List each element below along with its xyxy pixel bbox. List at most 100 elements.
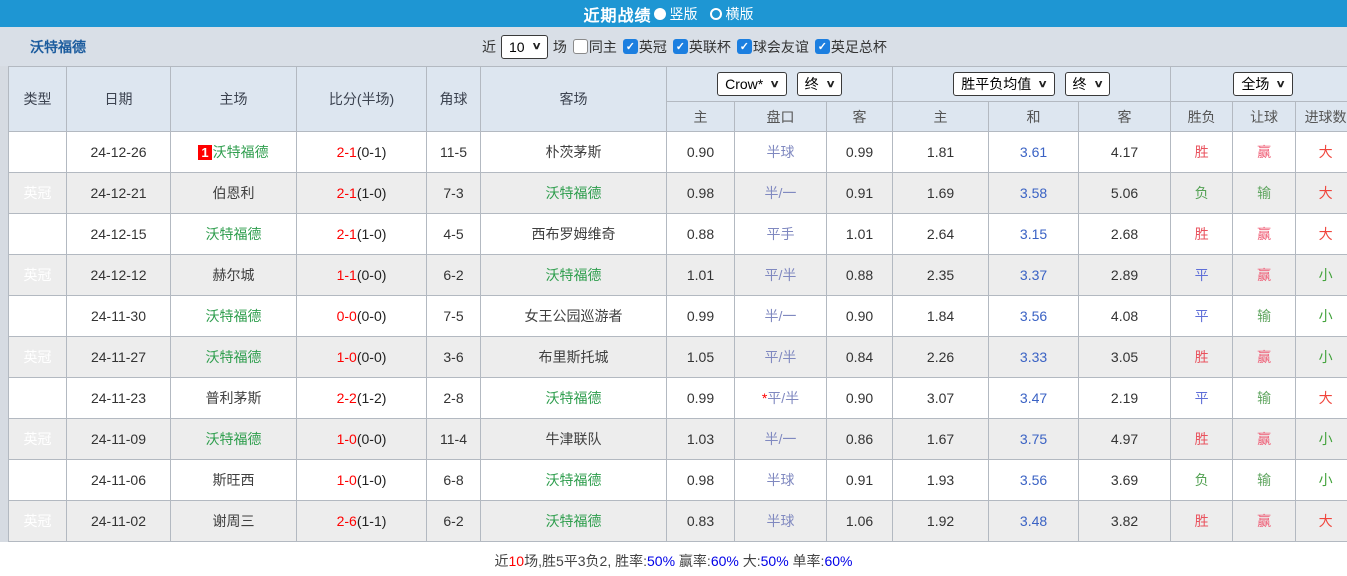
recent-count-select[interactable]: 10 ∨ <box>501 34 548 59</box>
avg-type-select[interactable]: 胜平负均值 ∨ <box>953 72 1055 96</box>
home-team-name[interactable]: 沃特福德 <box>206 349 262 365</box>
home-team-name[interactable]: 沃特福德 <box>206 431 262 447</box>
handicap-line: 平/半 <box>734 254 827 296</box>
away-team-name[interactable]: 布里斯托城 <box>539 349 609 365</box>
league-tag: 英冠 <box>8 377 67 419</box>
summary-segment: 赢率: <box>675 553 711 569</box>
match-date: 24-12-26 <box>66 131 171 173</box>
score-cell: 0-0(0-0) <box>296 295 427 337</box>
table-row: 英冠 24-11-30 沃特福德 0-0(0-0) 7-5 女王公园巡游者 0.99 半/一 0… <box>8 295 1347 337</box>
avg-draw-odds: 3.75 <box>988 418 1080 460</box>
view-mode-label: 竖版 <box>669 5 698 22</box>
col-header-home: 主场 <box>170 66 297 132</box>
summary-segment: 近 <box>494 553 509 569</box>
full-time-score: 0-0 <box>336 308 357 324</box>
home-team-cell: 沃特福德 <box>170 295 297 337</box>
home-team-name[interactable]: 斯旺西 <box>213 472 255 488</box>
league-tag: 英冠 <box>8 459 67 501</box>
league-checkbox[interactable]: ✓ <box>672 39 688 54</box>
full-time-score: 1-1 <box>336 267 357 283</box>
half-time-score: (0-0) <box>356 267 387 283</box>
view-mode-radio[interactable] <box>709 7 722 20</box>
away-team-name[interactable]: 沃特福德 <box>546 185 602 201</box>
period-select[interactable]: 全场 ∨ <box>1233 72 1293 96</box>
home-team-name[interactable]: 沃特福德 <box>206 308 262 324</box>
away-team-name[interactable]: 沃特福德 <box>546 472 602 488</box>
match-date: 24-12-15 <box>66 213 171 255</box>
avg-home-odds: 1.84 <box>892 295 990 337</box>
odds-time-select[interactable]: 终 ∨ <box>796 72 842 96</box>
home-team-cell: 沃特福德 <box>170 418 297 460</box>
league-checkbox[interactable]: ✓ <box>814 39 830 54</box>
avg-draw-odds: 3.58 <box>988 172 1080 214</box>
away-team-cell: 沃特福德 <box>480 172 667 214</box>
summary-line: 近 10 场,胜5平3负2, 胜率: 50% 赢率: 60% 大: 50% 单率: 60% <box>0 542 1347 576</box>
half-time-score: (0-0) <box>356 431 387 447</box>
odds-time-value: 终 <box>804 76 819 92</box>
avg-draw-odds: 3.48 <box>988 500 1080 542</box>
away-team-name[interactable]: 沃特福德 <box>546 390 602 406</box>
away-team-name[interactable]: 沃特福德 <box>546 513 602 529</box>
half-time-score: (0-0) <box>356 349 387 365</box>
handicap-odds-home: 1.03 <box>666 418 735 460</box>
handicap-text: 半/一 <box>764 185 797 201</box>
league-checkbox[interactable]: ✓ <box>736 39 752 54</box>
away-team-name[interactable]: 朴茨茅斯 <box>546 144 602 160</box>
full-time-score: 1-0 <box>336 349 357 365</box>
home-team-name[interactable]: 沃特福德 <box>213 144 269 160</box>
summary-segment: 10 <box>508 553 525 569</box>
same-home-checkbox[interactable] <box>572 39 588 54</box>
home-team-name[interactable]: 沃特福德 <box>206 226 262 242</box>
home-team-name[interactable]: 伯恩利 <box>213 185 255 201</box>
league-checkbox[interactable]: ✓ <box>622 39 638 54</box>
home-team-cell: 赫尔城 <box>170 254 297 296</box>
view-mode-radio[interactable] <box>653 7 666 20</box>
table-row: 英冠 24-11-09 沃特福德 1-0(0-0) 11-4 牛津联队 1.03 半/一 0.8… <box>8 418 1347 460</box>
away-team-cell: 沃特福德 <box>480 254 667 296</box>
results-tbody: 英冠 24-12-26 1 沃特福德 2-1(0-1) 11-5 朴茨茅斯 0.90 半球 0.9… <box>8 131 1347 542</box>
avg-draw-odds: 3.33 <box>988 336 1080 378</box>
away-team-name[interactable]: 沃特福德 <box>546 267 602 283</box>
sub-header-handicap: 盘口 <box>734 101 827 132</box>
avg-time-select[interactable]: 终 ∨ <box>1064 72 1110 96</box>
result-handicap: 赢 <box>1232 131 1297 173</box>
home-team-name[interactable]: 普利茅斯 <box>206 390 262 406</box>
sub-header-avg-home: 主 <box>892 101 990 132</box>
sub-header-result-wdl: 胜负 <box>1170 101 1234 132</box>
away-team-name[interactable]: 西布罗姆维奇 <box>532 226 616 242</box>
result-handicap: 输 <box>1232 295 1297 337</box>
result-wdl: 负 <box>1170 172 1234 214</box>
chevron-down-icon: ∨ <box>1275 78 1287 90</box>
summary-segment: 大: <box>738 553 761 569</box>
full-time-score: 2-1 <box>336 144 357 160</box>
handicap-text: 平/半 <box>764 267 797 283</box>
avg-draw-odds: 3.56 <box>988 295 1080 337</box>
league-label: 英足总杯 <box>830 38 887 55</box>
handicap-odds-away: 0.90 <box>825 295 894 337</box>
match-date: 24-12-12 <box>66 254 171 296</box>
result-handicap: 输 <box>1232 377 1297 419</box>
result-wdl: 胜 <box>1170 131 1234 173</box>
view-mode-label: 横版 <box>725 5 754 22</box>
home-team-name[interactable]: 谢周三 <box>213 513 255 529</box>
handicap-odds-home: 0.90 <box>666 131 735 173</box>
away-team-cell: 朴茨茅斯 <box>480 131 667 173</box>
avg-home-odds: 2.35 <box>892 254 990 296</box>
avg-draw-odds: 3.47 <box>988 377 1080 419</box>
away-team-name[interactable]: 女王公园巡游者 <box>525 308 623 324</box>
sub-header-odds-away: 客 <box>825 101 894 132</box>
home-team-name[interactable]: 赫尔城 <box>213 267 255 283</box>
away-team-name[interactable]: 牛津联队 <box>546 431 602 447</box>
handicap-odds-home: 1.05 <box>666 336 735 378</box>
corners-cell: 7-5 <box>426 295 481 337</box>
odds-company-select[interactable]: Crow* ∨ <box>717 72 787 96</box>
avg-home-odds: 3.07 <box>892 377 990 419</box>
away-team-cell: 沃特福德 <box>480 500 667 542</box>
home-team-cell: 普利茅斯 <box>170 377 297 419</box>
result-handicap: 赢 <box>1232 418 1297 460</box>
handicap-line: *平/半 <box>734 377 827 419</box>
view-mode-radio-group: 竖版 横版 <box>652 4 764 24</box>
league-filters: ✓ 英冠 ✓ 英联杯 ✓ 球会友谊 ✓ 英足总杯 <box>617 37 887 57</box>
league-label: 球会友谊 <box>752 38 809 55</box>
result-handicap: 输 <box>1232 459 1297 501</box>
